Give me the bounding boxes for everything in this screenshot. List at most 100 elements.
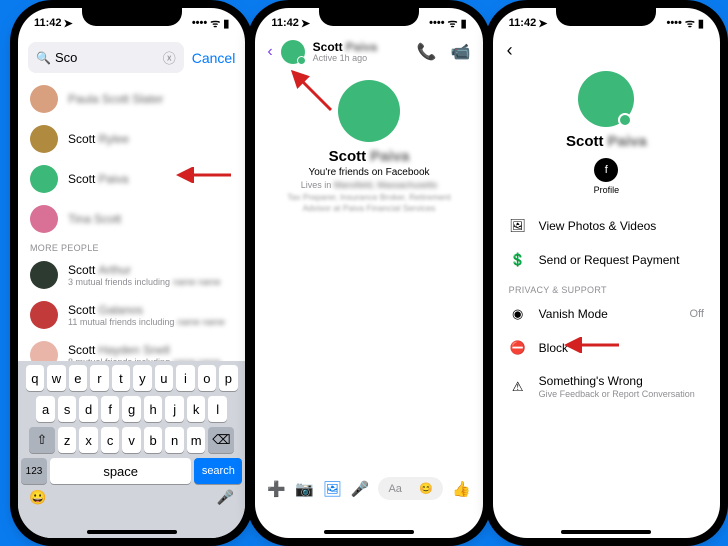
profile-header: ‹ (493, 36, 720, 65)
gallery-icon[interactable]: 🖼 (323, 480, 342, 498)
key-u[interactable]: u (155, 365, 174, 391)
list-item[interactable]: ScottArthur 3 mutual friends includingna… (18, 255, 245, 295)
red-arrow (175, 167, 233, 183)
signal-icon: •••• (429, 17, 444, 29)
shift-key[interactable]: ⇧ (29, 427, 55, 453)
location-icon: ➤ (64, 17, 73, 30)
key-l[interactable]: l (208, 396, 227, 422)
phone-screen-profile: 11:42➤ ••••ᯤ▮ ‹ ScottPaiva f Profile 🖼 V… (493, 8, 720, 538)
space-key[interactable]: space (50, 458, 191, 484)
meta-text: Tax Preparer, Insurance Broker, Retireme… (275, 192, 462, 214)
list-item[interactable]: PaulaScottSlater (18, 79, 245, 119)
payment-icon: 💲 (509, 252, 527, 268)
key-h[interactable]: h (144, 396, 163, 422)
search-query: Sco (55, 50, 77, 65)
block-row[interactable]: ⛔ Block (493, 331, 720, 365)
key-c[interactable]: c (101, 427, 120, 453)
red-arrow (287, 66, 337, 116)
avatar (30, 205, 58, 233)
list-item[interactable]: TinaScott (18, 199, 245, 239)
friends-text: You're friends on Facebook (275, 167, 462, 178)
phone-screen-search: 11:42➤ ••••ᯤ▮ 🔍 Sco ⓧ Cancel PaulaScottS… (18, 8, 245, 538)
plus-icon[interactable]: ➕ (267, 480, 286, 498)
sticker-icon[interactable]: 😊 (419, 482, 433, 495)
battery-icon: ▮ (461, 17, 467, 30)
payment-row[interactable]: 💲 Send or Request Payment (493, 243, 720, 277)
call-icon[interactable]: 📞 (417, 42, 437, 62)
video-icon[interactable]: 📹 (451, 42, 471, 62)
key-f[interactable]: f (101, 396, 120, 422)
wifi-icon: ᯤ (210, 16, 220, 31)
clear-icon[interactable]: ⓧ (163, 48, 176, 67)
home-indicator[interactable] (561, 530, 651, 534)
mic-key[interactable]: 🎤 (217, 489, 242, 506)
search-input[interactable]: 🔍 Sco ⓧ (28, 42, 184, 73)
key-d[interactable]: d (79, 396, 98, 422)
home-indicator[interactable] (324, 530, 414, 534)
avatar (30, 85, 58, 113)
avatar (30, 301, 58, 329)
cancel-button[interactable]: Cancel (192, 50, 236, 66)
key-n[interactable]: n (165, 427, 184, 453)
back-button[interactable]: ‹ (267, 43, 272, 61)
wrong-row[interactable]: ⚠ Something's WrongGive Feedback or Repo… (493, 365, 720, 408)
key-e[interactable]: e (69, 365, 88, 391)
message-input[interactable]: Aa😊 (378, 477, 443, 500)
camera-icon[interactable]: 📷 (295, 480, 314, 498)
avatar (338, 80, 400, 142)
backspace-key[interactable]: ⌫ (208, 427, 234, 453)
home-indicator[interactable] (87, 530, 177, 534)
vanish-row[interactable]: ◉ Vanish Mode Off (493, 297, 720, 331)
avatar (578, 71, 634, 127)
facebook-icon: f (594, 158, 618, 182)
battery-icon: ▮ (223, 17, 229, 30)
message-input-bar: ➕ 📷 🖼 🎤 Aa😊 👍 (255, 471, 482, 506)
key-z[interactable]: z (58, 427, 77, 453)
status-time: 11:42 (271, 17, 299, 29)
list-item[interactable]: ScottGalanos 11 mutual friends including… (18, 295, 245, 335)
numbers-key[interactable]: 123 (21, 458, 47, 484)
search-key[interactable]: search (194, 458, 242, 484)
list-item[interactable]: ScottPaiva (18, 159, 245, 199)
notch (319, 8, 419, 26)
key-q[interactable]: q (26, 365, 45, 391)
photos-icon: 🖼 (509, 218, 527, 234)
avatar (30, 125, 58, 153)
avatar (30, 165, 58, 193)
header-avatar[interactable] (281, 40, 305, 64)
key-v[interactable]: v (122, 427, 141, 453)
key-o[interactable]: o (198, 365, 217, 391)
key-a[interactable]: a (36, 396, 55, 422)
avatar (30, 261, 58, 289)
like-icon[interactable]: 👍 (452, 480, 471, 498)
key-p[interactable]: p (219, 365, 238, 391)
key-b[interactable]: b (144, 427, 163, 453)
key-m[interactable]: m (187, 427, 206, 453)
wifi-icon: ᯤ (685, 16, 695, 31)
warning-icon: ⚠ (509, 379, 527, 395)
key-t[interactable]: t (112, 365, 131, 391)
key-r[interactable]: r (90, 365, 109, 391)
list-item[interactable]: ScottRylee (18, 119, 245, 159)
key-j[interactable]: j (165, 396, 184, 422)
keyboard[interactable]: qwertyuiop asdfghjkl ⇧zxcvbnm⌫ 123spaces… (18, 361, 245, 538)
profile-body: ScottPaiva f Profile (493, 65, 720, 205)
key-g[interactable]: g (122, 396, 141, 422)
key-y[interactable]: y (133, 365, 152, 391)
back-button[interactable]: ‹ (507, 40, 513, 60)
key-x[interactable]: x (79, 427, 98, 453)
key-w[interactable]: w (47, 365, 66, 391)
header-title-block[interactable]: ScottPaiva Active 1h ago (313, 41, 377, 63)
search-bar: 🔍 Sco ⓧ Cancel (18, 36, 245, 79)
location-icon: ➤ (301, 17, 310, 30)
mic-icon[interactable]: 🎤 (351, 480, 370, 498)
status-time: 11:42 (509, 17, 537, 29)
profile-options: 🖼 View Photos & Videos 💲 Send or Request… (493, 205, 720, 412)
emoji-key[interactable]: 😀 (21, 489, 46, 506)
key-i[interactable]: i (176, 365, 195, 391)
profile-button[interactable]: f Profile (513, 158, 700, 195)
photos-row[interactable]: 🖼 View Photos & Videos (493, 209, 720, 243)
battery-icon: ▮ (698, 17, 704, 30)
key-s[interactable]: s (58, 396, 77, 422)
key-k[interactable]: k (187, 396, 206, 422)
